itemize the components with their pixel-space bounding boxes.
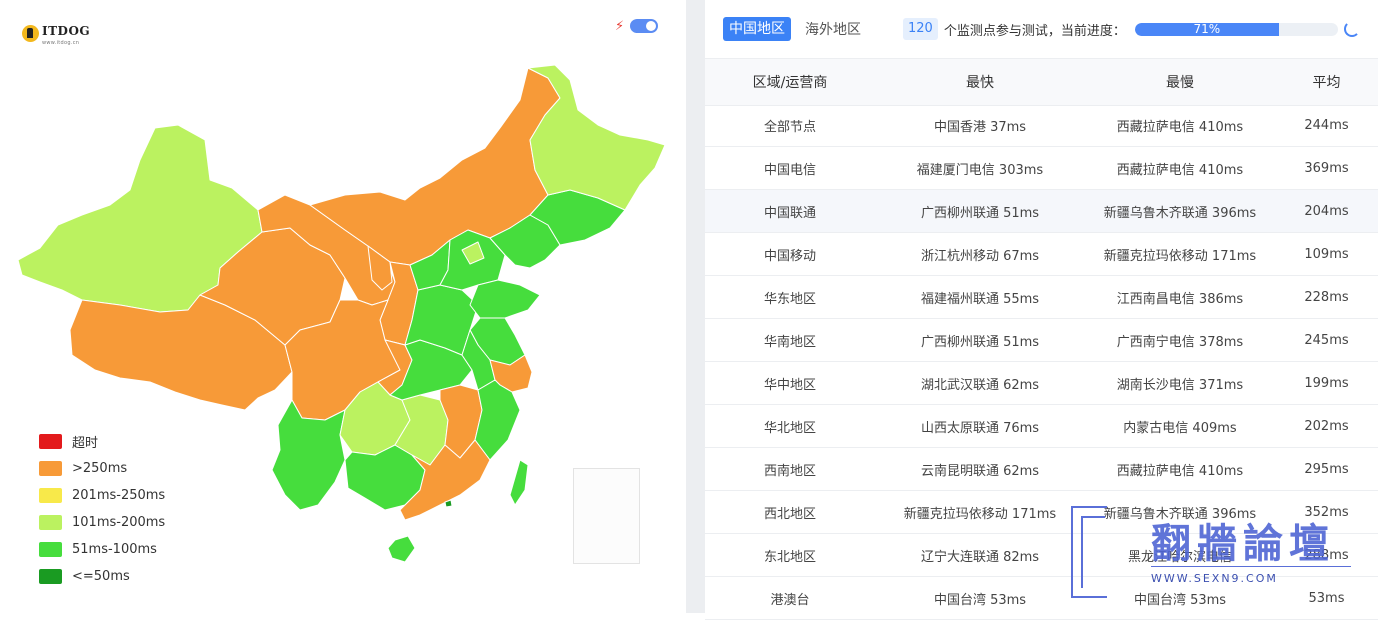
cell-fastest: 山西太原联通 76ms: [920, 420, 1040, 436]
cell-slowest: 西藏拉萨电信 410ms: [1116, 463, 1244, 479]
cell-fastest: 中国香港 37ms: [933, 119, 1027, 135]
cell-region: 全部节点: [763, 119, 816, 135]
cell-fastest: 福建厦门电信 303ms: [916, 162, 1044, 178]
cell-average: 228ms: [1304, 289, 1349, 305]
legend-item[interactable]: >250ms: [39, 455, 165, 482]
cell-fastest: 辽宁大连联通 82ms: [920, 549, 1040, 565]
loading-spinner-icon: [1343, 21, 1360, 37]
cell-average: 244ms: [1304, 117, 1349, 133]
cell-region: 华南地区: [763, 334, 816, 350]
cell-fastest: 广西柳州联通 51ms: [920, 205, 1040, 221]
table-row[interactable]: 中国移动 浙江杭州移动 67ms 新疆克拉玛依移动 171ms 109ms: [705, 233, 1378, 276]
table-row[interactable]: 全部节点 中国香港 37ms 西藏拉萨电信 410ms 244ms: [705, 104, 1378, 147]
region-hainan[interactable]: [387, 535, 416, 563]
cell-slowest: 西藏拉萨电信 410ms: [1116, 162, 1244, 178]
cell-fastest: 广西柳州联通 51ms: [920, 334, 1040, 350]
table-row[interactable]: 中国电信 福建厦门电信 303ms 西藏拉萨电信 410ms 369ms: [705, 147, 1378, 190]
legend-item[interactable]: 超时: [39, 428, 165, 455]
cell-fastest: 湖北武汉联通 62ms: [920, 377, 1040, 393]
legend-item[interactable]: 51ms-100ms: [39, 536, 165, 563]
legend-label: 201ms-250ms: [72, 488, 166, 503]
legend-label: 101ms-200ms: [72, 515, 166, 530]
legend-label: 51ms-100ms: [72, 542, 157, 557]
column-header-slowest[interactable]: 最慢: [1085, 72, 1275, 92]
watermark-title: 翻牆論壇: [1151, 520, 1335, 567]
cell-average: 245ms: [1304, 332, 1349, 348]
cell-slowest: 新疆乌鲁木齐联通 396ms: [1103, 205, 1257, 221]
legend-swatch: [39, 542, 62, 557]
cell-slowest: 湖南长沙电信 371ms: [1116, 377, 1244, 393]
cell-average: 369ms: [1304, 160, 1349, 176]
table-row[interactable]: 华中地区 湖北武汉联通 62ms 湖南长沙电信 371ms 199ms: [705, 362, 1378, 405]
cell-fastest: 云南昆明联通 62ms: [920, 463, 1040, 479]
cell-slowest: 新疆克拉玛依移动 171ms: [1103, 248, 1257, 264]
legend-swatch: [39, 434, 62, 449]
probe-status-text: 个监测点参与测试，当前进度：: [943, 23, 1126, 39]
table-row[interactable]: 中国联通 广西柳州联通 51ms 新疆乌鲁木齐联通 396ms 204ms: [705, 190, 1378, 233]
watermark-url: WWW.SEXN9.COM: [1151, 572, 1278, 585]
tab-china-region[interactable]: 中国地区: [723, 17, 791, 41]
legend-label: 超时: [72, 436, 99, 451]
tab-overseas-region[interactable]: 海外地区: [805, 19, 861, 39]
cell-average: 199ms: [1304, 375, 1349, 391]
legend-item[interactable]: 201ms-250ms: [39, 482, 165, 509]
cell-region: 港澳台: [770, 592, 810, 608]
map-legend: 超时 >250ms 201ms-250ms 101ms-200ms 51ms-1…: [39, 428, 165, 590]
legend-swatch: [39, 515, 62, 530]
progress-label: 71%: [1193, 22, 1221, 36]
cell-region: 中国联通: [763, 205, 816, 221]
cell-slowest: 西藏拉萨电信 410ms: [1116, 119, 1244, 135]
table-row[interactable]: 华东地区 福建福州联通 55ms 江西南昌电信 386ms 228ms: [705, 276, 1378, 319]
table-row[interactable]: 华北地区 山西太原联通 76ms 内蒙古电信 409ms 202ms: [705, 405, 1378, 448]
cell-region: 西南地区: [763, 463, 816, 479]
column-header-fastest[interactable]: 最快: [875, 72, 1085, 92]
cell-region: 中国移动: [763, 248, 816, 264]
legend-item[interactable]: <=50ms: [39, 563, 165, 590]
legend-item[interactable]: 101ms-200ms: [39, 509, 165, 536]
column-header-average[interactable]: 平均: [1275, 72, 1378, 92]
legend-swatch: [39, 461, 62, 476]
south-china-sea-inset: [573, 468, 640, 564]
site-watermark: 翻牆論壇 WWW.SEXN9.COM: [1071, 506, 1363, 602]
watermark-divider: [1151, 566, 1351, 567]
watermark-logo-icon: [1071, 506, 1107, 598]
column-header-region[interactable]: 区域/运营商: [705, 72, 875, 92]
cell-region: 华北地区: [763, 420, 816, 436]
cell-region: 东北地区: [763, 549, 816, 565]
table-row[interactable]: 华南地区 广西柳州联通 51ms 广西南宁电信 378ms 245ms: [705, 319, 1378, 362]
cell-region: 西北地区: [763, 506, 816, 522]
panel-divider: [686, 0, 705, 613]
cell-region: 中国电信: [763, 162, 816, 178]
map-panel: ITDOG www.itdog.cn ⚡ 超时 >250ms 201ms-250…: [0, 0, 686, 613]
region-taiwan[interactable]: [509, 459, 529, 506]
probe-count-badge: 120: [903, 18, 938, 40]
legend-swatch: [39, 569, 62, 584]
cell-fastest: 中国台湾 53ms: [933, 592, 1027, 608]
cell-average: 295ms: [1304, 461, 1349, 477]
results-toolbar: 中国地区 海外地区 120 个监测点参与测试，当前进度： 71%: [705, 0, 1378, 58]
region-shandong[interactable]: [469, 279, 541, 319]
cell-region: 华中地区: [763, 377, 816, 393]
cell-fastest: 新疆克拉玛依移动 171ms: [903, 506, 1057, 522]
table-header: 区域/运营商 最快 最慢 平均: [705, 58, 1378, 106]
cell-region: 华东地区: [763, 291, 816, 307]
table-row[interactable]: 西南地区 云南昆明联通 62ms 西藏拉萨电信 410ms 295ms: [705, 448, 1378, 491]
cell-slowest: 江西南昌电信 386ms: [1116, 291, 1244, 307]
cell-slowest: 广西南宁电信 378ms: [1116, 334, 1244, 350]
progress-bar: 71%: [1134, 22, 1338, 36]
cell-fastest: 福建福州联通 55ms: [920, 291, 1040, 307]
cell-slowest: 内蒙古电信 409ms: [1123, 420, 1237, 436]
cell-average: 109ms: [1304, 246, 1349, 262]
cell-fastest: 浙江杭州移动 67ms: [920, 248, 1040, 264]
cell-average: 204ms: [1304, 203, 1349, 219]
legend-label: >250ms: [72, 461, 128, 476]
cell-average: 202ms: [1304, 418, 1349, 434]
legend-swatch: [39, 488, 62, 503]
legend-label: <=50ms: [72, 569, 130, 584]
